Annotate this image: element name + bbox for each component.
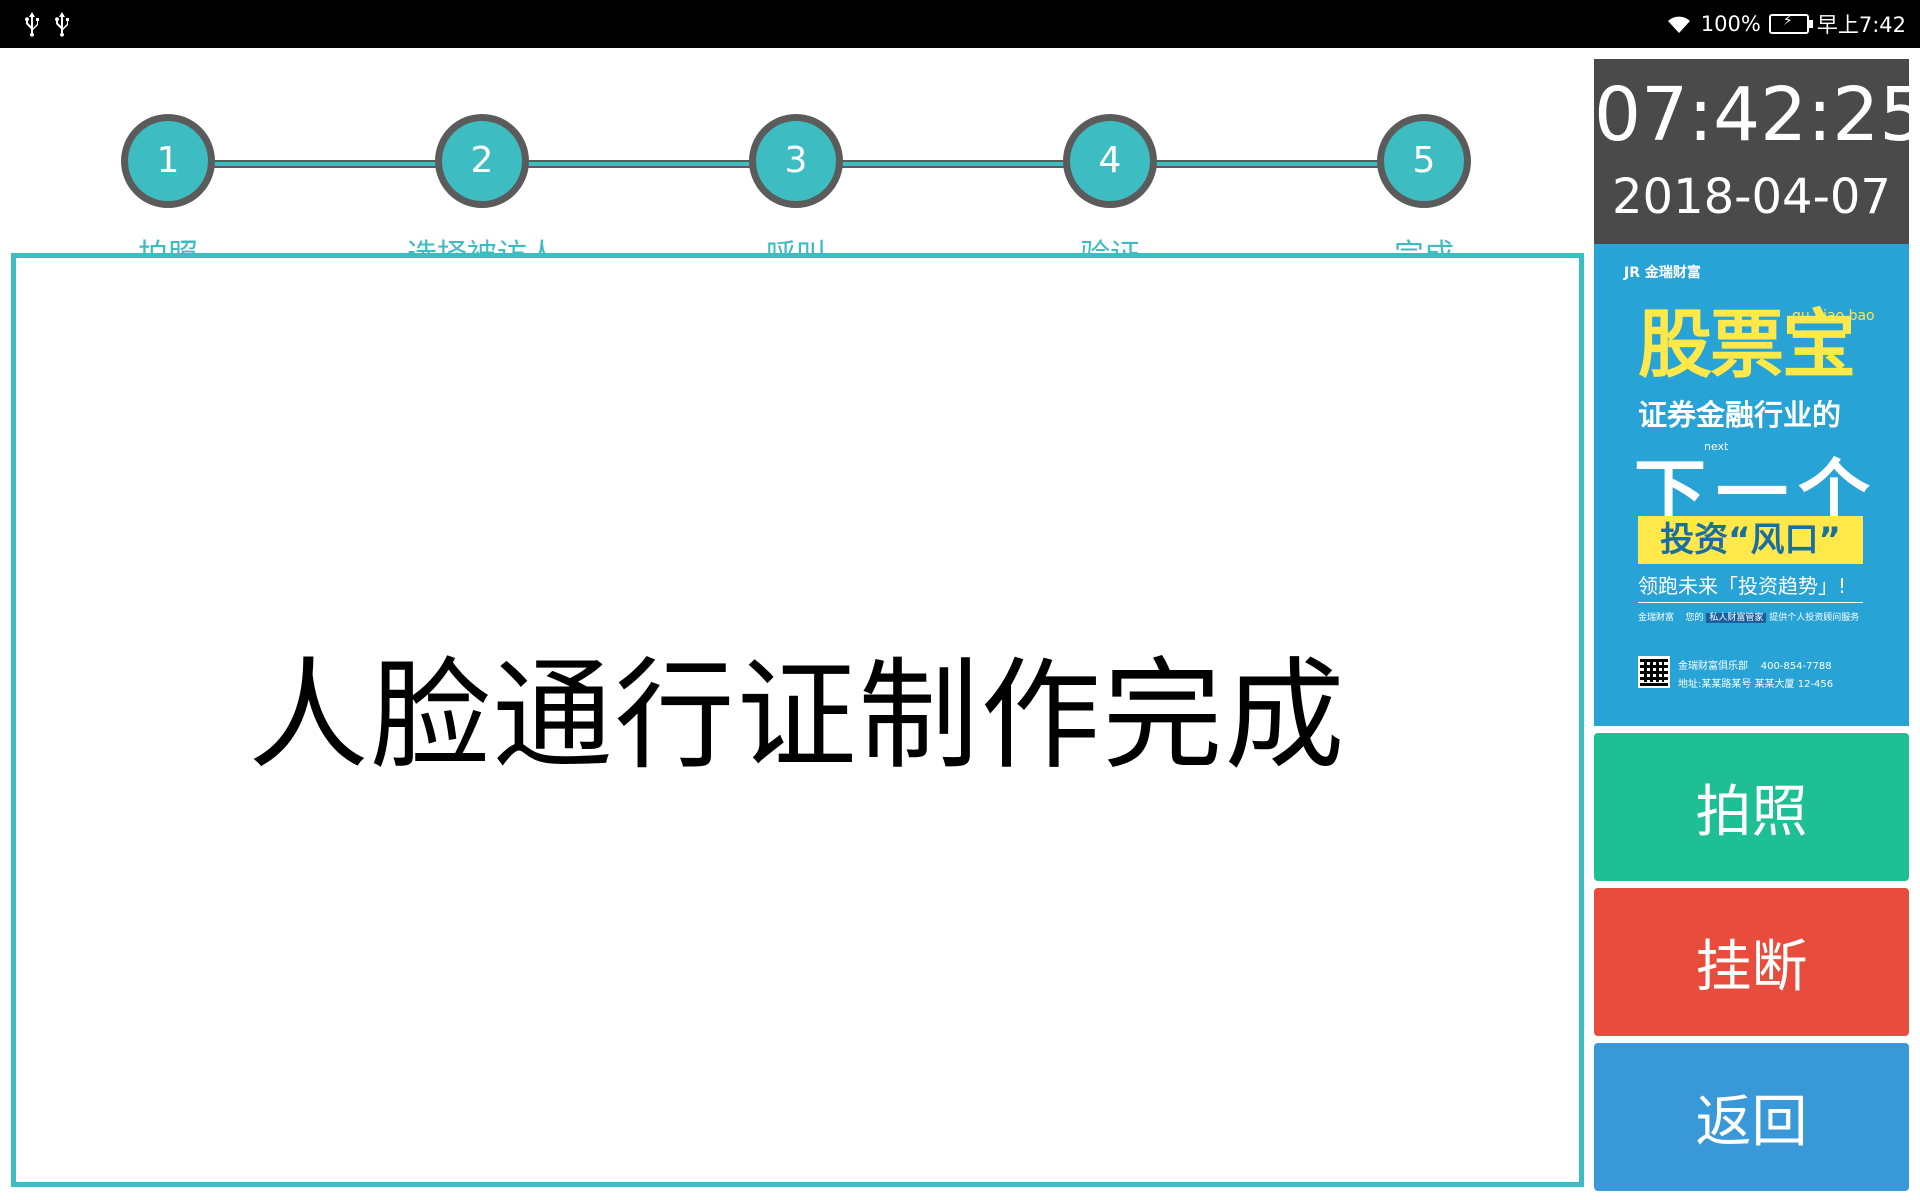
ad-info-left: 金瑞财富 — [1638, 613, 1675, 623]
battery-percent: 100% — [1700, 12, 1761, 36]
status-time: 早上7:42 — [1816, 13, 1906, 37]
ad-info-mid: 您的 — [1685, 613, 1704, 623]
ad-info-right: 提供个人投资顾问服务 — [1769, 613, 1860, 623]
ad-address: 地址:某某路某号 某某大厦 12-456 — [1678, 679, 1834, 690]
clock-panel: 07:42:25 2018-04-07 — [1594, 59, 1920, 244]
step-1: 1 拍照 — [58, 114, 278, 274]
step-number: 3 — [749, 114, 843, 208]
battery-charging-icon — [1768, 14, 1813, 34]
qr-code-icon — [1638, 656, 1670, 688]
completion-message: 人脸通行证制作完成 — [248, 647, 1347, 786]
ad-info-box: 私人财富管家 — [1706, 613, 1767, 623]
progress-stepper: 1 拍照 2 选择被访人 3 呼叫 4 验证 5 完成 — [0, 48, 1585, 273]
photo-button[interactable]: 拍照 — [1594, 733, 1909, 881]
usb-icon — [50, 10, 74, 38]
ad-contact-name: 金瑞财富俱乐部 — [1678, 661, 1748, 672]
ad-logo: JR 金瑞财富 — [1624, 265, 1701, 281]
ad-slogan: 领跑未来「投资趋势」! — [1638, 574, 1847, 598]
ad-info-row: 金瑞财富 您的 私人财富管家 提供个人投资顾问服务 — [1638, 610, 1859, 623]
clock-date: 2018-04-07 — [1612, 169, 1891, 225]
step-number: 4 — [1063, 114, 1157, 208]
ad-next-tag: next — [1704, 440, 1729, 453]
status-bar: 100% 早上7:42 — [0, 0, 1920, 48]
ad-highlight: 投资“风口” — [1638, 516, 1863, 564]
main-display-panel: 人脸通行证制作完成 — [11, 253, 1584, 1187]
ad-subtitle: 证券金融行业的 — [1638, 398, 1842, 432]
ad-divider — [1638, 602, 1863, 603]
advertisement-banner[interactable]: JR 金瑞财富 股票宝 gu piao bao 证券金融行业的 下一个 next… — [1594, 244, 1909, 726]
back-button[interactable]: 返回 — [1594, 1043, 1909, 1191]
step-2: 2 选择被访人 — [372, 114, 592, 274]
hangup-button[interactable]: 挂断 — [1594, 888, 1909, 1036]
ad-contact-phone: 400-854-7788 — [1760, 661, 1832, 672]
step-number: 2 — [435, 114, 529, 208]
step-3: 3 呼叫 — [686, 114, 906, 274]
wifi-icon — [1665, 13, 1693, 35]
usb-icon — [20, 10, 44, 38]
step-number: 1 — [121, 114, 215, 208]
step-4: 4 验证 — [1000, 114, 1220, 274]
ad-pinyin: gu piao bao — [1792, 308, 1875, 324]
step-5: 5 完成 — [1314, 114, 1534, 274]
step-number: 5 — [1377, 114, 1471, 208]
clock-time: 07:42:25 — [1594, 72, 1920, 158]
ad-contact: 金瑞财富俱乐部 400-854-7788 地址:某某路某号 某某大厦 12-45… — [1678, 658, 1833, 694]
